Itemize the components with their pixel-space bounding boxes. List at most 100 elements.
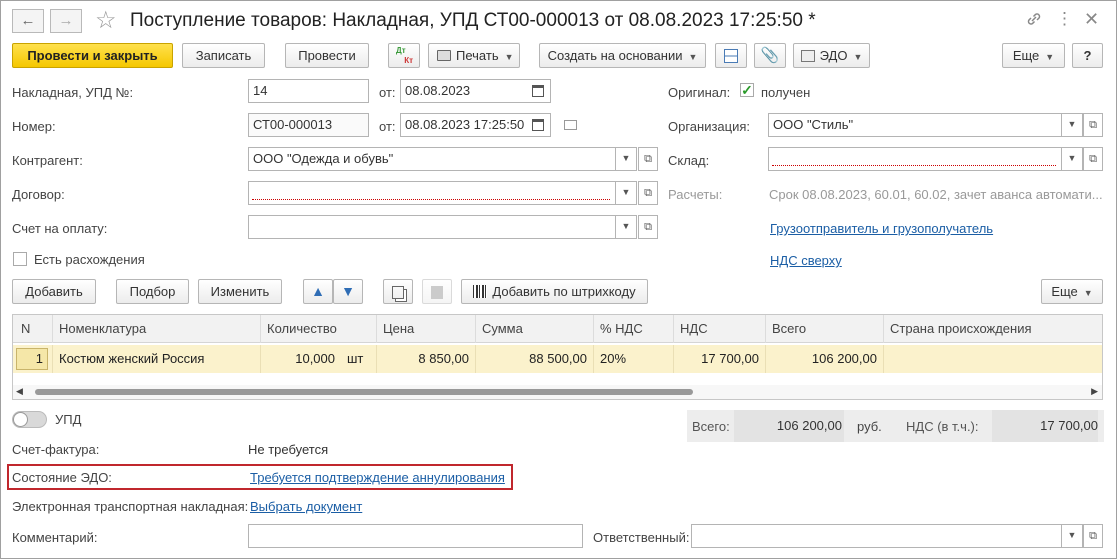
settlements-value[interactable]: Срок 08.08.2023, 60.01, 60.02, зачет ава…	[769, 187, 1103, 202]
open-responsible-icon[interactable]: ⧉	[1083, 524, 1103, 548]
responsible-field[interactable]: ▼	[691, 524, 1083, 548]
checkmark-icon: ✓	[741, 82, 753, 98]
add-row-button[interactable]: Добавить	[12, 279, 96, 304]
back-button[interactable]: ←	[12, 9, 44, 33]
more-label: Еще	[1012, 48, 1040, 63]
horizontal-scrollbar[interactable]: ◀ ▶	[13, 385, 1102, 399]
row-item: Костюм женский Россия	[59, 351, 205, 366]
col-vat[interactable]: НДС	[674, 315, 766, 343]
scroll-thumb[interactable]	[35, 389, 693, 395]
toggle-knob	[13, 412, 28, 427]
discrepancy-checkbox[interactable]	[13, 252, 27, 266]
table-more-button[interactable]: Еще ▼	[1041, 279, 1103, 304]
star-icon[interactable]: ☆	[95, 6, 117, 35]
pay-invoice-field[interactable]: ▼	[248, 215, 637, 239]
post-and-close-button[interactable]: Провести и закрыть	[12, 43, 173, 68]
vat-on-top-link[interactable]: НДС сверху	[770, 253, 842, 268]
contract-field[interactable]: ▼	[248, 181, 637, 205]
link-icon[interactable]	[1025, 10, 1043, 28]
dropdown-arrow-icon[interactable]: ▼	[615, 148, 636, 170]
row-unit: шт	[341, 345, 377, 373]
open-contract-icon[interactable]: ⧉	[638, 181, 658, 205]
row-country	[884, 345, 1102, 373]
dtkt-button[interactable]: Дт Кт	[388, 43, 420, 68]
print-button[interactable]: Печать ▼	[428, 43, 520, 68]
dropdown-arrow-icon[interactable]: ▼	[615, 216, 636, 238]
col-item[interactable]: Номенклатура	[53, 315, 261, 343]
dropdown-arrow-icon[interactable]: ▼	[615, 182, 636, 204]
paste-rows-button[interactable]	[422, 279, 452, 304]
col-qty[interactable]: Количество	[261, 315, 377, 343]
etn-link[interactable]: Выбрать документ	[250, 499, 362, 514]
open-pay-invoice-icon[interactable]: ⧉	[638, 215, 658, 239]
open-contractor-icon[interactable]: ⧉	[638, 147, 658, 171]
invoice-date-label: от:	[379, 85, 396, 100]
number-date-field[interactable]: 08.08.2023 17:25:50	[400, 113, 551, 137]
original-value: получен	[761, 85, 811, 100]
history-icon[interactable]	[564, 120, 577, 130]
row-n: 1	[16, 348, 48, 370]
comment-field[interactable]	[248, 524, 583, 548]
col-country[interactable]: Страна происхождения	[884, 315, 1102, 343]
help-button[interactable]: ?	[1072, 43, 1103, 68]
organization-label: Организация:	[668, 119, 751, 134]
move-up-button[interactable]: ▲	[303, 279, 333, 304]
dropdown-arrow-icon[interactable]: ▼	[1061, 525, 1082, 547]
barcode-icon	[473, 285, 488, 298]
calendar-icon[interactable]	[532, 119, 544, 131]
shipper-consignee-link[interactable]: Грузоотправитель и грузополучатель	[770, 221, 993, 236]
number-label: Номер:	[12, 119, 56, 134]
table-header: N Номенклатура Количество Цена Сумма % Н…	[13, 315, 1102, 343]
create-based-on-button[interactable]: Создать на основании ▼	[539, 43, 706, 68]
pick-button[interactable]: Подбор	[116, 279, 189, 304]
required-underline	[252, 199, 610, 200]
change-button[interactable]: Изменить	[198, 279, 282, 304]
post-button[interactable]: Провести	[285, 43, 369, 68]
row-vat: 17 700,00	[674, 345, 766, 373]
col-n[interactable]: N	[13, 315, 53, 343]
edo-state-link[interactable]: Требуется подтверждение аннулирования	[250, 470, 505, 485]
calendar-icon[interactable]	[532, 85, 544, 97]
open-warehouse-icon[interactable]: ⧉	[1083, 147, 1103, 171]
move-down-button[interactable]: ▼	[333, 279, 363, 304]
printer-icon	[437, 50, 451, 61]
organization-field[interactable]: ООО "Стиль" ▼	[768, 113, 1083, 137]
scroll-left-icon[interactable]: ◀	[16, 386, 23, 397]
arrow-left-icon: ←	[20, 12, 36, 29]
more-vertical-icon[interactable]: ⋮	[1056, 10, 1073, 28]
save-button[interactable]: Записать	[182, 43, 265, 68]
copy-rows-button[interactable]	[383, 279, 413, 304]
more-button[interactable]: Еще ▼	[1002, 43, 1065, 68]
contractor-value: ООО "Одежда и обувь"	[253, 151, 394, 166]
invoice-label: Счет-фактура:	[12, 442, 100, 457]
dropdown-arrow-icon[interactable]: ▼	[1061, 114, 1082, 136]
contractor-field[interactable]: ООО "Одежда и обувь" ▼	[248, 147, 637, 171]
dt-label: Дт	[396, 46, 406, 55]
original-checkbox[interactable]: ✓	[740, 83, 754, 97]
barcode-label: Добавить по штрихкоду	[492, 284, 636, 299]
upd-toggle[interactable]	[12, 411, 47, 428]
structure-button[interactable]	[715, 43, 747, 68]
col-vat-rate[interactable]: % НДС	[594, 315, 674, 343]
invoice-value: Не требуется	[248, 442, 329, 457]
row-price: 8 850,00	[377, 345, 476, 373]
table-more-label: Еще	[1051, 284, 1078, 299]
attach-button[interactable]: 📎	[754, 43, 786, 68]
invoice-number-field[interactable]: 14	[248, 79, 369, 103]
warehouse-field[interactable]: ▼	[768, 147, 1083, 171]
table-row[interactable]: 1 Костюм женский Россия 10,000 шт 8 850,…	[13, 345, 1102, 373]
add-by-barcode-button[interactable]: Добавить по штрихкоду	[461, 279, 648, 304]
edo-button[interactable]: ЭДО ▼	[793, 43, 870, 68]
close-icon[interactable]: ✕	[1084, 9, 1099, 29]
scroll-right-icon[interactable]: ▶	[1091, 386, 1098, 397]
col-sum[interactable]: Сумма	[476, 315, 594, 343]
col-price[interactable]: Цена	[377, 315, 476, 343]
number-date-label: от:	[379, 119, 396, 134]
open-organization-icon[interactable]: ⧉	[1083, 113, 1103, 137]
dropdown-arrow-icon[interactable]: ▼	[1061, 148, 1082, 170]
forward-button[interactable]: →	[50, 9, 82, 33]
col-total[interactable]: Всего	[766, 315, 884, 343]
number-field[interactable]: СТ00-000013	[248, 113, 369, 137]
invoice-date-field[interactable]: 08.08.2023	[400, 79, 551, 103]
arrow-up-icon: ▲	[311, 283, 325, 299]
